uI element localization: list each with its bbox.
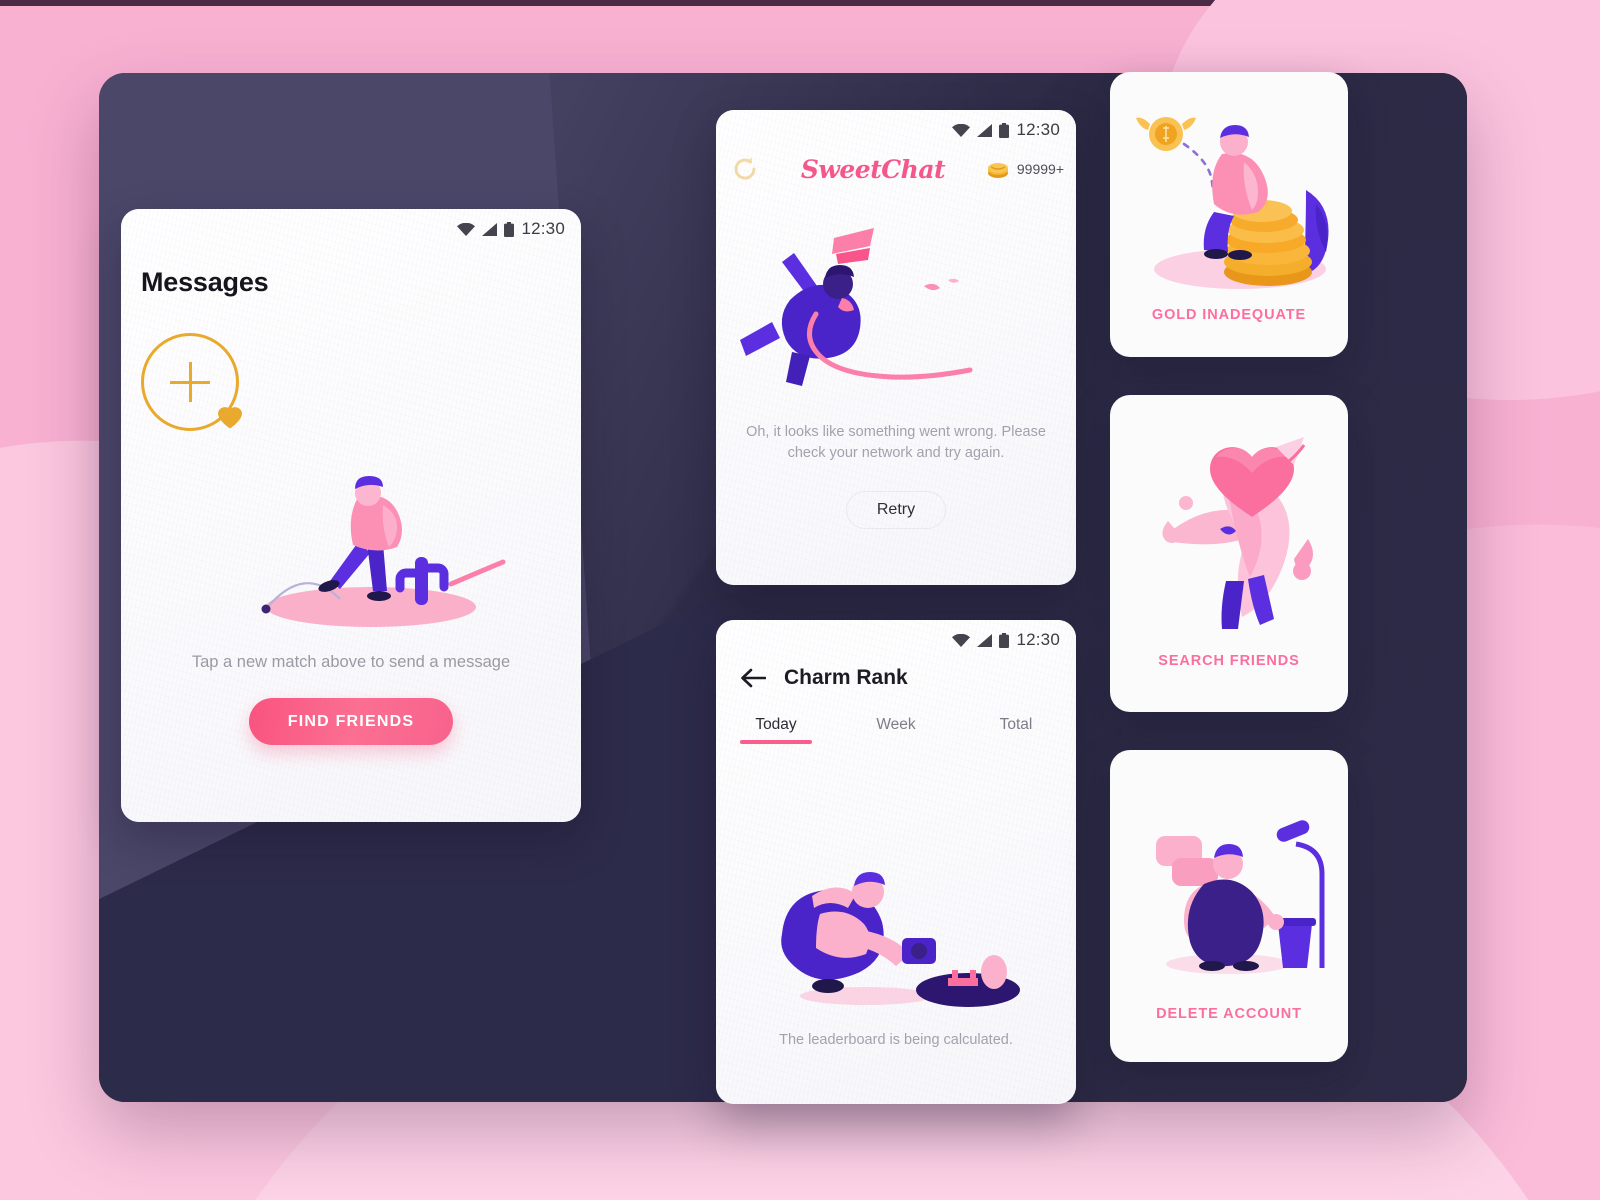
empty-state-hint: Tap a new match above to send a message (191, 653, 511, 671)
status-bar-time: 12:30 (521, 219, 565, 238)
coin-balance[interactable]: 99999+ (986, 159, 1064, 179)
error-message: Oh, it looks like something went wrong. … (746, 424, 1046, 461)
messages-screen-card: 12:30 Messages Tap a new match above to … (121, 209, 581, 822)
gold-coin-icon (986, 159, 1010, 179)
signal-icon (977, 633, 993, 647)
find-friends-button[interactable]: FIND FRIENDS (249, 698, 453, 745)
search-friends-card: SEARCH FRIENDS (1110, 395, 1348, 712)
status-bar: 12:30 (716, 620, 1076, 650)
status-bar: 12:30 (121, 209, 581, 239)
wifi-icon (457, 222, 476, 236)
plus-vertical-bar (188, 362, 192, 402)
man-sitting-on-coins-illustration (1110, 94, 1348, 299)
tab-today[interactable]: Today (716, 716, 836, 744)
charm-rank-topbar: Charm Rank (716, 650, 1076, 690)
card-caption: SEARCH FRIENDS (1158, 653, 1300, 669)
man-flying-kite-illustration (716, 214, 1076, 404)
battery-icon (999, 122, 1010, 138)
delete-account-card: DELETE ACCOUNT (1110, 750, 1348, 1062)
arrow-left-icon[interactable] (740, 668, 767, 688)
app-brand-title: SweetChat (800, 154, 946, 184)
card-caption: DELETE ACCOUNT (1156, 1006, 1302, 1022)
gold-inadequate-card: GOLD INADEQUATE (1110, 72, 1348, 357)
card-caption: GOLD INADEQUATE (1151, 307, 1307, 323)
charm-rank-card: 12:30 Charm Rank Today Week Total The le… (716, 620, 1076, 1104)
tab-week[interactable]: Week (836, 716, 956, 744)
status-bar-time: 12:30 (1016, 630, 1060, 649)
status-bar-time: 12:30 (1016, 120, 1060, 139)
status-bar: 12:30 (716, 110, 1076, 140)
battery-icon (999, 632, 1010, 648)
page-title: Messages (141, 267, 269, 297)
heart-icon (217, 405, 243, 429)
refresh-icon[interactable] (730, 154, 760, 184)
coin-amount: 99999+ (1016, 161, 1064, 177)
heart-figure-illustration (1110, 417, 1348, 639)
leaderboard-note: The leaderboard is being calculated. (779, 1032, 1013, 1048)
page-title: Charm Rank (784, 666, 908, 689)
wifi-icon (952, 123, 971, 137)
wifi-icon (952, 633, 971, 647)
sweetchat-header: SweetChat 99999+ (716, 140, 1076, 184)
sweetchat-error-card: 12:30 SweetChat 99999+ Oh, it looks like… (716, 110, 1076, 585)
signal-icon (482, 222, 498, 236)
man-walking-cactus-illustration (121, 469, 581, 637)
retry-button[interactable]: Retry (845, 491, 947, 530)
man-looking-into-hole-illustration (716, 818, 1076, 1008)
signal-icon (977, 123, 993, 137)
add-match-button[interactable] (141, 333, 242, 431)
man-at-trashcan-illustration (1110, 778, 1348, 994)
tab-total[interactable]: Total (956, 716, 1076, 744)
charm-rank-tabs: Today Week Total (716, 716, 1076, 744)
battery-icon (504, 221, 515, 237)
